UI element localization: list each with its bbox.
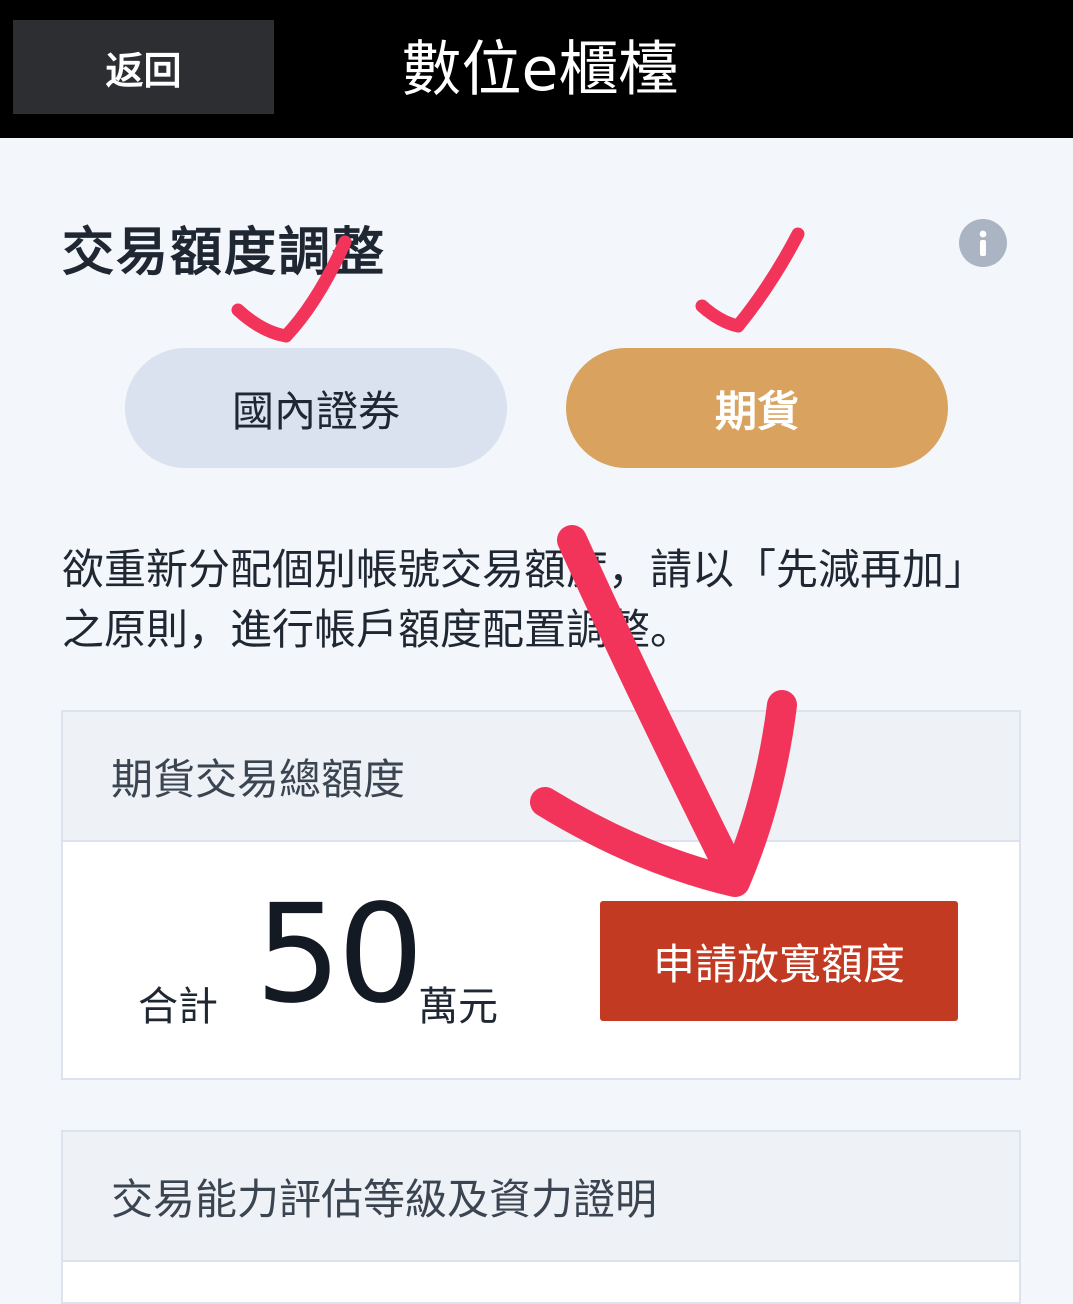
back-button[interactable]: 返回 [13, 20, 274, 114]
info-glyph-icon [979, 230, 987, 256]
assessment-card: 交易能力評估等級及資力證明 [61, 1130, 1021, 1304]
top-bar: 返回 數位e櫃檯 [0, 0, 1073, 138]
tab-domestic-securities[interactable]: 國內證券 [125, 348, 507, 468]
futures-quota-card: 期貨交易總額度 合計 50 萬元 申請放寬額度 [61, 710, 1021, 1080]
total-label: 合計 [138, 984, 218, 1030]
page-title: 交易額度調整 [62, 223, 387, 283]
info-icon[interactable] [959, 219, 1007, 267]
quota-card-header: 期貨交易總額度 [63, 712, 1019, 842]
instruction-text: 欲重新分配個別帳號交易額度，請以「先減再加」之原則，進行帳戶額度配置調整。 [62, 545, 987, 654]
checkmark-annotation-futures [695, 227, 805, 333]
assessment-card-header[interactable]: 交易能力評估等級及資力證明 [63, 1132, 1019, 1262]
total-value: 50 [255, 876, 424, 1034]
tab-futures[interactable]: 期貨 [566, 348, 948, 468]
app-title: 數位e櫃檯 [401, 35, 679, 105]
apply-increase-quota-button[interactable]: 申請放寬額度 [600, 901, 958, 1021]
total-unit: 萬元 [418, 984, 498, 1030]
